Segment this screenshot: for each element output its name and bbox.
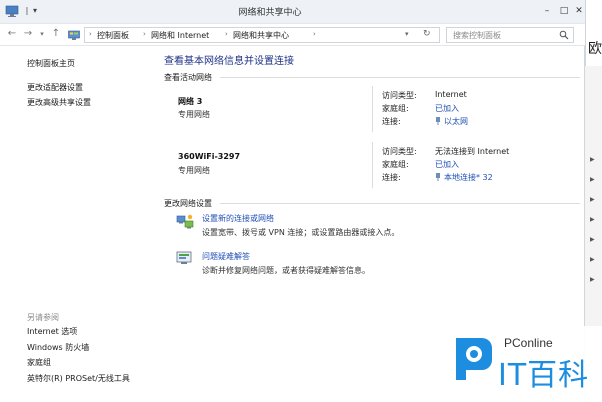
minimize-button[interactable]: – <box>540 4 554 18</box>
access-type-value: 无法连接到 Internet <box>435 147 510 156</box>
maximize-button[interactable]: □ <box>557 4 571 18</box>
tree-expand-icon[interactable]: ▶ <box>590 236 595 243</box>
ethernet-connection-text: 以太网 <box>444 117 468 126</box>
homegroup-label: 家庭组: <box>382 104 409 113</box>
up-arrow-icon[interactable]: ↑ <box>50 28 62 40</box>
sidebar-item-change-adapter-settings[interactable]: 更改适配器设置 <box>27 82 83 93</box>
address-path-box[interactable]: › 控制面板 › 网络和 Internet › 网络和共享中心 › ▾ ↻ <box>84 27 440 43</box>
see-also-windows-firewall[interactable]: Windows 防火墙 <box>27 342 89 353</box>
tree-expand-icon[interactable]: ▶ <box>590 176 595 183</box>
sidebar-item-change-advanced-sharing[interactable]: 更改高级共享设置 <box>27 97 91 108</box>
homegroup-joined-link[interactable]: 已加入 <box>435 159 459 170</box>
network-type-link[interactable]: 专用网络 <box>178 165 210 176</box>
connection-label: 连接: <box>382 117 401 126</box>
sidebar: 控制面板主页 更改适配器设置 更改高级共享设置 另请参阅 Internet 选项… <box>0 46 152 402</box>
access-type-label: 访问类型: <box>382 147 417 156</box>
homegroup-joined-link[interactable]: 已加入 <box>435 103 459 114</box>
breadcrumb-network-sharing-center[interactable]: 网络和共享中心 <box>233 30 289 41</box>
homegroup-label: 家庭组: <box>382 160 409 169</box>
background-window-header: 欧 <box>585 0 602 66</box>
troubleshoot-problems-link[interactable]: 问题疑难解答 <box>202 251 250 262</box>
search-icon[interactable] <box>559 30 569 40</box>
change-settings-label: 更改网络设置 <box>164 199 212 208</box>
refresh-icon[interactable]: ↻ <box>423 29 431 39</box>
forward-arrow-icon[interactable]: → <box>22 28 34 40</box>
window-title: 网络和共享中心 <box>238 8 302 18</box>
local-connection-text: 本地连接* 32 <box>444 173 493 182</box>
section-divider <box>220 77 580 78</box>
breadcrumb-separator-icon[interactable]: › <box>143 30 146 38</box>
ethernet-icon <box>436 173 440 181</box>
tree-expand-icon[interactable]: ▶ <box>590 196 595 203</box>
control-panel-icon <box>68 30 80 40</box>
access-type-value: Internet <box>435 90 467 99</box>
breadcrumb-separator-icon[interactable]: › <box>313 30 316 38</box>
close-button[interactable]: ✕ <box>572 4 586 18</box>
see-also-internet-options[interactable]: Internet 选项 <box>27 326 77 337</box>
recent-dropdown-icon[interactable]: ▾ <box>36 28 48 40</box>
network-name: 网络 3 <box>178 97 203 106</box>
page-title: 查看基本网络信息并设置连接 <box>164 56 294 67</box>
network-type-link[interactable]: 专用网络 <box>178 109 210 120</box>
access-type-label: 访问类型: <box>382 91 417 100</box>
ethernet-connection-link[interactable]: 以太网 <box>435 116 468 127</box>
breadcrumb-separator-icon[interactable]: › <box>225 30 228 38</box>
tree-expand-icon[interactable]: ▶ <box>590 156 595 163</box>
search-placeholder: 搜索控制面板 <box>453 31 501 40</box>
watermark-text: IT百科 <box>498 358 590 393</box>
address-history-dropdown-icon[interactable]: ▾ <box>405 30 409 38</box>
watermark-brand: PConline <box>504 336 553 350</box>
pconline-watermark: PConline IT百科 <box>446 326 602 402</box>
ethernet-icon <box>436 117 440 125</box>
network-name: 360WiFi-3297 <box>178 152 241 161</box>
pconline-logo-icon <box>456 338 492 380</box>
see-also-homegroup[interactable]: 家庭组 <box>27 357 51 368</box>
breadcrumb-network-internet[interactable]: 网络和 Internet <box>151 30 209 41</box>
search-control-panel-input[interactable]: 搜索控制面板 <box>446 27 574 43</box>
section-divider <box>220 203 580 204</box>
setup-new-connection-link[interactable]: 设置新的连接或网络 <box>202 213 274 224</box>
setup-new-connection-description: 设置宽带、拨号或 VPN 连接；或设置路由器或接入点。 <box>202 228 400 237</box>
tree-expand-icon[interactable]: ▶ <box>590 276 595 283</box>
title-bar: | ▾ 网络和共享中心 – □ ✕ <box>0 0 585 24</box>
see-also-intel-proset[interactable]: 英特尔(R) PROSet/无线工具 <box>27 373 130 384</box>
breadcrumb-separator-icon: › <box>89 30 92 38</box>
troubleshoot-problems-description: 诊断并修复网络问题，或者获得疑难解答信息。 <box>202 266 370 275</box>
troubleshoot-icon <box>176 251 192 264</box>
back-arrow-icon[interactable]: ← <box>6 28 18 40</box>
address-bar: ← → ▾ ↑ › 控制面板 › 网络和 Internet › 网络和共享中心 … <box>0 24 585 46</box>
see-also-label: 另请参阅 <box>27 313 59 322</box>
active-networks-label: 查看活动网络 <box>164 73 212 82</box>
tree-expand-icon[interactable]: ▶ <box>590 216 595 223</box>
breadcrumb-control-panel[interactable]: 控制面板 <box>97 30 129 41</box>
local-connection-link[interactable]: 本地连接* 32 <box>435 172 493 183</box>
new-connection-icon <box>176 214 194 229</box>
tree-expand-icon[interactable]: ▶ <box>590 256 595 263</box>
background-window-text: 欧 <box>588 41 602 57</box>
connection-label: 连接: <box>382 173 401 182</box>
network-info-divider <box>372 142 373 188</box>
network-info-divider <box>372 86 373 132</box>
sidebar-item-control-panel-home[interactable]: 控制面板主页 <box>27 58 75 69</box>
